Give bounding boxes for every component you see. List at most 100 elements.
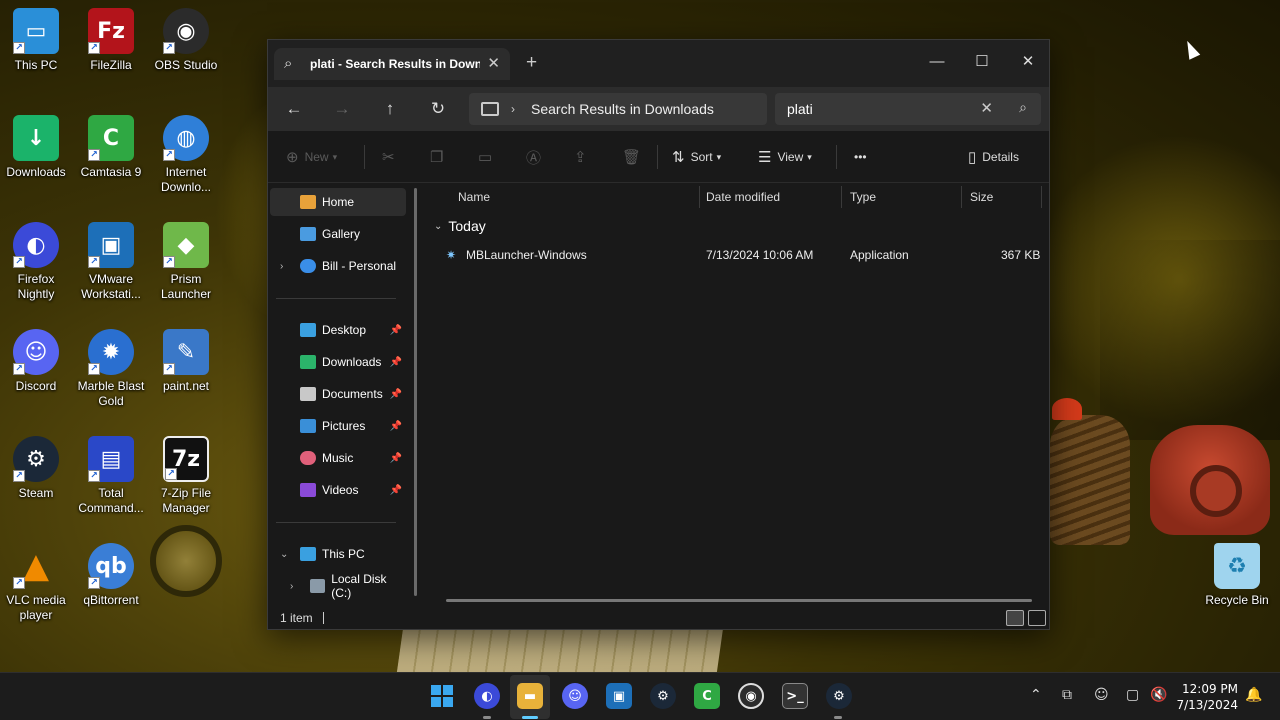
sidebar-item-downloads[interactable]: Downloads 📌: [270, 348, 406, 376]
sidebar-item-local-disk[interactable]: › Local Disk (C:): [270, 572, 406, 600]
sidebar-item-onedrive[interactable]: › Bill - Personal: [270, 252, 406, 280]
clock[interactable]: 12:09 PM 7/13/2024: [1172, 681, 1238, 713]
show-hidden-icons-button[interactable]: ⌃: [1030, 687, 1042, 703]
sort-button[interactable]: ⇅ Sort ▾: [672, 143, 721, 171]
pin-icon[interactable]: 📌: [390, 485, 402, 496]
group-header-today[interactable]: ⌄ Today: [434, 218, 486, 234]
desktop-icon-filezilla[interactable]: Fz ↗ FileZilla: [73, 8, 149, 73]
discord-tray-icon[interactable]: ☺: [1094, 687, 1109, 703]
start-button[interactable]: [429, 683, 455, 709]
breadcrumb[interactable]: Search Results in Downloads: [531, 101, 714, 117]
sidebar-item-gallery[interactable]: Gallery: [270, 220, 406, 248]
details-view-button[interactable]: [1006, 610, 1024, 626]
desktop-icon-idm[interactable]: ◍ ↗ Internet Downlo...: [148, 115, 224, 195]
table-row[interactable]: ✷ MBLauncher-Windows 7/13/2024 10:06 AM …: [434, 242, 1046, 268]
more-options-button[interactable]: •••: [854, 143, 867, 171]
cut-button[interactable]: ✂: [382, 143, 401, 171]
copy-button[interactable]: ❐: [430, 143, 449, 171]
view-button[interactable]: ☰ View ▾: [758, 143, 812, 171]
notification-bell-icon[interactable]: 🔔: [1245, 687, 1262, 703]
delete-button[interactable]: 🗑: [622, 143, 647, 171]
column-header-date[interactable]: Date modified: [698, 186, 842, 208]
sidebar-item-documents[interactable]: Documents 📌: [270, 380, 406, 408]
new-button[interactable]: ⊕ New ▾: [286, 143, 337, 171]
taskbar-vmware[interactable]: ▣: [606, 683, 632, 709]
column-header-size[interactable]: Size: [962, 186, 1042, 208]
sidebar-item-home[interactable]: Home: [270, 188, 406, 216]
sidebar-item-pictures[interactable]: Pictures 📌: [270, 412, 406, 440]
sidebar-item-music[interactable]: Music 📌: [270, 444, 406, 472]
desktop-icon-recycle-bin[interactable]: ♻ Recycle Bin: [1199, 543, 1275, 608]
address-bar[interactable]: › Search Results in Downloads: [469, 93, 767, 125]
desktop-icon-steam[interactable]: ⚙ ↗ Steam: [0, 436, 74, 501]
copy-icon: ❐: [430, 149, 444, 166]
taskbar-camtasia[interactable]: C: [694, 683, 720, 709]
new-tab-button[interactable]: +: [526, 52, 537, 74]
desktop-icon-marble-blast[interactable]: ✹ ↗ Marble Blast Gold: [73, 329, 149, 409]
taskbar-discord[interactable]: ☺: [562, 683, 588, 709]
large-icons-view-button[interactable]: [1028, 610, 1046, 626]
close-tab-icon[interactable]: ✕: [487, 54, 500, 72]
pin-icon[interactable]: 📌: [390, 357, 402, 368]
search-icon[interactable]: ⌕: [1019, 99, 1027, 116]
desktop-icon-camtasia[interactable]: C ↗ Camtasia 9: [73, 115, 149, 180]
taskbar-terminal[interactable]: >_: [782, 683, 808, 709]
pin-icon[interactable]: 📌: [390, 421, 402, 432]
refresh-button[interactable]: ↻: [424, 95, 452, 123]
column-header-type[interactable]: Type: [842, 186, 962, 208]
search-input[interactable]: [787, 101, 977, 117]
sidebar-scrollbar[interactable]: [414, 188, 417, 596]
desktop-icon-paintnet[interactable]: ✎ ↗ paint.net: [148, 329, 224, 394]
file-explorer-window: ⌕ plati - Search Results in Downl ✕ + — …: [267, 39, 1050, 630]
desktop-icon-label: OBS Studio: [154, 58, 218, 72]
title-bar[interactable]: ⌕ plati - Search Results in Downl ✕ + — …: [268, 40, 1049, 87]
chevron-down-icon[interactable]: ⌄: [280, 549, 288, 560]
desktop-icon-prism[interactable]: ◆ ↗ Prism Launcher: [148, 222, 224, 302]
taskbar-steam[interactable]: ⚙: [650, 683, 676, 709]
desktop-icon-discord[interactable]: ☺ ↗ Discord: [0, 329, 74, 394]
sidebar-item-this-pc[interactable]: ⌄ This PC: [270, 540, 406, 568]
up-button[interactable]: ↑: [376, 95, 404, 123]
clear-search-icon[interactable]: ✕: [980, 99, 993, 117]
sidebar-item-desktop[interactable]: Desktop 📌: [270, 316, 406, 344]
pin-icon[interactable]: 📌: [390, 453, 402, 464]
chevron-right-icon[interactable]: ›: [280, 261, 283, 272]
chevron-right-icon[interactable]: ›: [511, 102, 515, 116]
pin-icon[interactable]: 📌: [390, 325, 402, 336]
taskbar-file-explorer[interactable]: ▬: [517, 683, 543, 709]
volume-muted-icon[interactable]: 🔇: [1150, 687, 1167, 703]
minimize-button[interactable]: —: [923, 48, 951, 76]
desktop-icon-qbittorrent[interactable]: qb ↗ qBittorrent: [73, 543, 149, 608]
network-icon[interactable]: ▢: [1126, 687, 1139, 703]
task-view-tray-icon[interactable]: ⧉: [1062, 687, 1072, 703]
chevron-right-icon[interactable]: ›: [290, 581, 293, 592]
horizontal-scrollbar[interactable]: [446, 599, 1032, 602]
close-window-button[interactable]: ✕: [1014, 48, 1042, 76]
taskbar-steam-2[interactable]: ⚙: [826, 683, 852, 709]
desktop-icon-firefox-nightly[interactable]: ◐ ↗ Firefox Nightly: [0, 222, 74, 302]
desktop-icon-label: Total Command...: [78, 486, 144, 515]
desktop-icon-vlc[interactable]: ▲ ↗ VLC media player: [0, 543, 74, 623]
desktop-icon-obs[interactable]: ◉ ↗ OBS Studio: [148, 8, 224, 73]
taskbar-obs[interactable]: ◉: [738, 683, 764, 709]
share-button[interactable]: ⇪: [574, 143, 593, 171]
rename-button[interactable]: Ⓐ: [526, 143, 547, 171]
sidebar-item-videos[interactable]: Videos 📌: [270, 476, 406, 504]
details-pane-button[interactable]: ▯ Details: [968, 143, 1019, 171]
floppy-icon: ▤ ↗: [88, 436, 134, 482]
search-box[interactable]: ✕ ⌕: [775, 93, 1041, 125]
back-button[interactable]: ←: [280, 95, 308, 123]
column-header-name[interactable]: Name: [450, 186, 700, 208]
desktop-icon-this-pc[interactable]: ▭ ↗ This PC: [0, 8, 74, 73]
pin-icon[interactable]: 📌: [390, 389, 402, 400]
desktop-icon-downloads[interactable]: ↓ Downloads: [0, 115, 74, 180]
desktop-icon-7zip[interactable]: 7z ↗ 7-Zip File Manager: [148, 436, 224, 516]
paste-button[interactable]: ▭: [478, 143, 498, 171]
tab-search-results[interactable]: ⌕ plati - Search Results in Downl ✕: [274, 48, 510, 80]
desktop-icon-total-commander[interactable]: ▤ ↗ Total Command...: [73, 436, 149, 516]
taskbar-firefox-nightly[interactable]: ◐: [474, 683, 500, 709]
wallpaper-shadow: [1100, 240, 1280, 440]
desktop-icon-vmware[interactable]: ▣ ↗ VMware Workstati...: [73, 222, 149, 302]
forward-button[interactable]: →: [328, 95, 356, 123]
maximize-button[interactable]: ☐: [968, 48, 996, 76]
